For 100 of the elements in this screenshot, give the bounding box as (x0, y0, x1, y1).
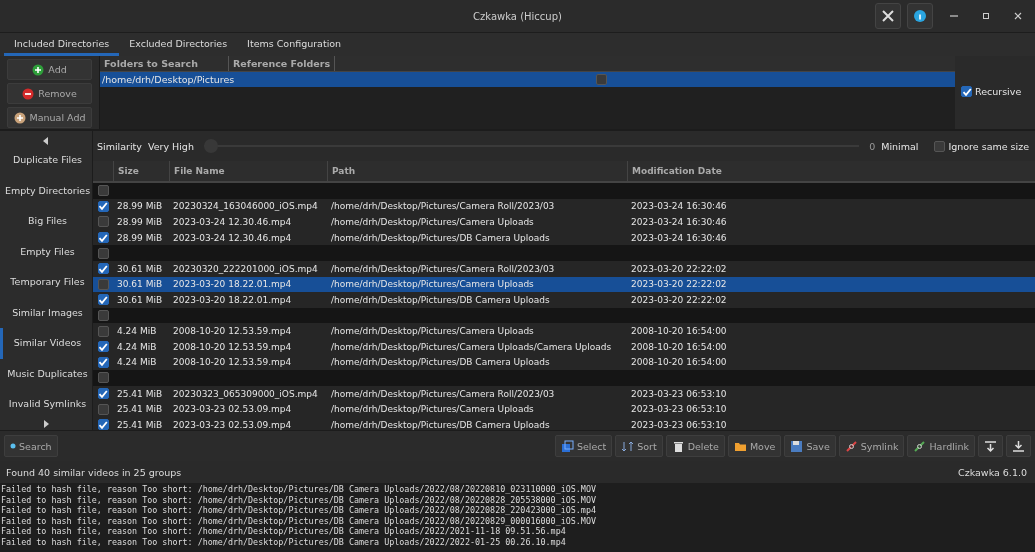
file-name-cell-text: 2023-03-20 18.22.01.mp4 (172, 279, 293, 290)
slider-reading: 0 (869, 140, 876, 152)
sidebar-item[interactable]: Empty Files (0, 236, 92, 267)
path-cell-text: /home/drh/Desktop/Pictures/DB Camera Uploads (330, 357, 551, 368)
arrow-down-icon (984, 439, 997, 453)
directory-button[interactable]: Add (7, 59, 92, 80)
info-icon (913, 9, 927, 23)
right-arrow-icon (43, 419, 49, 428)
column-header[interactable]: Reference Folders (229, 56, 336, 71)
checkmark-icon (98, 357, 108, 368)
down-button[interactable] (978, 435, 1003, 457)
reference-checkbox[interactable] (596, 74, 607, 85)
log-line: Failed to hash file, reason Too short: /home/drh/Desktop/Pictures/DB Camera Uploads/2022/08/20220828_205538000_iOS.MOV (1, 494, 597, 506)
file-row[interactable]: 4.24 MiB 2008-10-20 12.53.59.mp4 /home/drh/Desktop/Pictures/Camera Uploads 2008-10-20 16:54:00 (93, 323, 1035, 339)
row-checkbox[interactable] (97, 356, 109, 368)
file-row[interactable]: 30.61 MiB 2023-03-20 18.22.01.mp4 /home/drh/Desktop/Pictures/DB Camera Uploads 2023-03-20 22:22:02 (93, 292, 1035, 308)
log-line: Failed to hash file, reason Too short: /home/drh/Desktop/Pictures/DB Camera Uploads/2022/08/20220810_023110000_iOS.MOV (1, 484, 597, 495)
file-row[interactable]: 25.41 MiB 2023-03-23 02.53.09.mp4 /home/drh/Desktop/Pictures/Camera Uploads 2023-03-23 06:53:10 (93, 401, 1035, 417)
log-line: Failed to hash file, reason Too short: /home/drh/Desktop/Pictures/DB Camera Uploads/2022/08/20220829_000016000_iOS.MOV (1, 515, 597, 527)
squares-icon (560, 439, 574, 453)
column-header[interactable]: Path (327, 161, 627, 181)
group-checkbox[interactable] (97, 185, 109, 197)
date-cell-text: 2023-03-20 22:22:02 (630, 263, 728, 274)
file-name-cell-text: 2023-03-23 02.53.09.mp4 (172, 419, 293, 430)
about-button[interactable] (907, 3, 933, 29)
tab[interactable]: Excluded Directories (119, 33, 238, 56)
file-row[interactable]: 28.99 MiB 2023-03-24 12.30.46.mp4 /home/drh/Desktop/Pictures/Camera Uploads 2023-03-24 16:30:46 (93, 214, 1035, 230)
checkmark-icon (98, 419, 108, 430)
directory-button[interactable]: Manual Add (7, 107, 92, 128)
recursive-checkbox[interactable] (961, 86, 972, 97)
path-cell-text: /home/drh/Desktop/Pictures/DB Camera Uploads (330, 294, 551, 305)
group-checkbox[interactable] (97, 310, 109, 322)
size-cell-text: 30.61 MiB (116, 294, 164, 305)
group-checkbox[interactable] (97, 247, 109, 259)
ignore-same-size-checkbox[interactable] (934, 140, 946, 152)
symlink-button[interactable]: Symlink (838, 435, 905, 457)
date-cell-text: 2008-10-20 16:54:00 (630, 326, 728, 337)
group-checkbox[interactable] (97, 372, 109, 384)
size-cell-text: 4.24 MiB (116, 357, 158, 368)
file-name-cell-text: 2008-10-20 12.53.59.mp4 (172, 341, 293, 352)
row-checkbox[interactable] (97, 278, 109, 290)
date-cell-text: 2023-03-23 06:53:10 (630, 388, 728, 399)
file-name-cell-text: 2023-03-20 18.22.01.mp4 (172, 294, 293, 305)
size-cell-text: 30.61 MiB (116, 263, 164, 274)
checkmark-icon (961, 86, 972, 97)
file-name-cell-text: 20230323_065309000_iOS.mp4 (172, 388, 319, 399)
column-header[interactable]: Size (113, 161, 169, 181)
column-header[interactable]: File Name (169, 161, 327, 181)
bottom-button[interactable] (1006, 435, 1031, 457)
sidebar-item[interactable]: Big Files (0, 206, 92, 237)
row-checkbox[interactable] (97, 216, 109, 228)
hardlink-button[interactable]: Hardlink (907, 435, 975, 457)
log-line: Failed to hash file, reason Too short: /home/drh/Desktop/Pictures/DB Camera Uploads/2022/2021-11-18 09.51.56.mp4 (1, 526, 567, 537)
similarity-value: Very High (147, 140, 194, 152)
date-cell-text: 2023-03-24 16:30:46 (630, 201, 728, 212)
sidebar-item[interactable]: Empty Directories (0, 175, 92, 206)
plus-icon (32, 63, 45, 76)
checkmark-icon (98, 388, 108, 399)
log-line: Failed to hash file, reason Too short: /home/drh/Desktop/Pictures/DB Camera Uploads/2022/08/20220828_220423000_iOS.mp4 (1, 505, 597, 516)
move-button[interactable]: Move (727, 435, 782, 457)
select-button[interactable]: Select (554, 435, 613, 457)
row-checkbox[interactable] (97, 263, 109, 275)
row-checkbox[interactable] (97, 200, 109, 212)
settings-button[interactable] (875, 3, 901, 29)
size-cell-text: 28.99 MiB (116, 232, 164, 243)
file-name-cell-text: 20230320_222201000_iOS.mp4 (172, 263, 319, 274)
tab[interactable]: Items Configuration (237, 33, 352, 56)
row-checkbox[interactable] (97, 388, 109, 399)
path-cell-text: /home/drh/Desktop/Pictures/Camera Uploads (330, 217, 535, 227)
row-checkbox[interactable] (97, 403, 109, 415)
sidebar-item[interactable]: Temporary Files (0, 267, 92, 298)
sidebar-item[interactable]: Music Duplicates (0, 358, 92, 389)
sidebar-item[interactable]: Similar Images (0, 297, 92, 328)
sidebar-item[interactable]: Invalid Symlinks (0, 389, 92, 420)
sidebar-item[interactable]: Duplicate Files (0, 145, 92, 176)
row-checkbox[interactable] (97, 341, 109, 353)
directory-row[interactable]: /home/drh/Desktop/Pictures (100, 72, 955, 87)
path-cell-text: /home/drh/Desktop/Pictures/Camera Roll/2023/03 (330, 201, 556, 212)
path-cell-text: /home/drh/Desktop/Pictures/Camera Uploads (330, 404, 535, 415)
sort-button[interactable]: Sort (615, 435, 663, 457)
search-button[interactable]: Search (4, 435, 58, 457)
delete-button[interactable]: Delete (665, 435, 725, 457)
column-header[interactable]: Modification Date (627, 161, 777, 181)
size-cell-text: 25.41 MiB (116, 404, 164, 415)
path-cell-text: /home/drh/Desktop/Pictures/Camera Roll/2023/03 (330, 263, 556, 274)
row-checkbox[interactable] (97, 294, 109, 306)
recursive-label: Recursive (975, 86, 1022, 97)
date-cell-text: 2008-10-20 16:54:00 (630, 357, 728, 368)
directory-button[interactable]: Remove (7, 83, 92, 104)
maximize-icon (981, 11, 991, 21)
path-cell-text: /home/drh/Desktop/Pictures/Camera Roll/2023/03 (330, 388, 556, 399)
checkmark-icon (98, 341, 108, 352)
save-button[interactable]: Save (784, 435, 836, 457)
date-cell-text: 2023-03-23 06:53:10 (630, 419, 728, 430)
row-checkbox[interactable] (97, 325, 109, 337)
close-icon (1013, 11, 1023, 21)
plus-icon (13, 111, 26, 124)
size-cell-text: 25.41 MiB (116, 388, 164, 399)
column-header[interactable]: Folders to Search (100, 56, 229, 71)
row-checkbox[interactable] (97, 232, 109, 244)
